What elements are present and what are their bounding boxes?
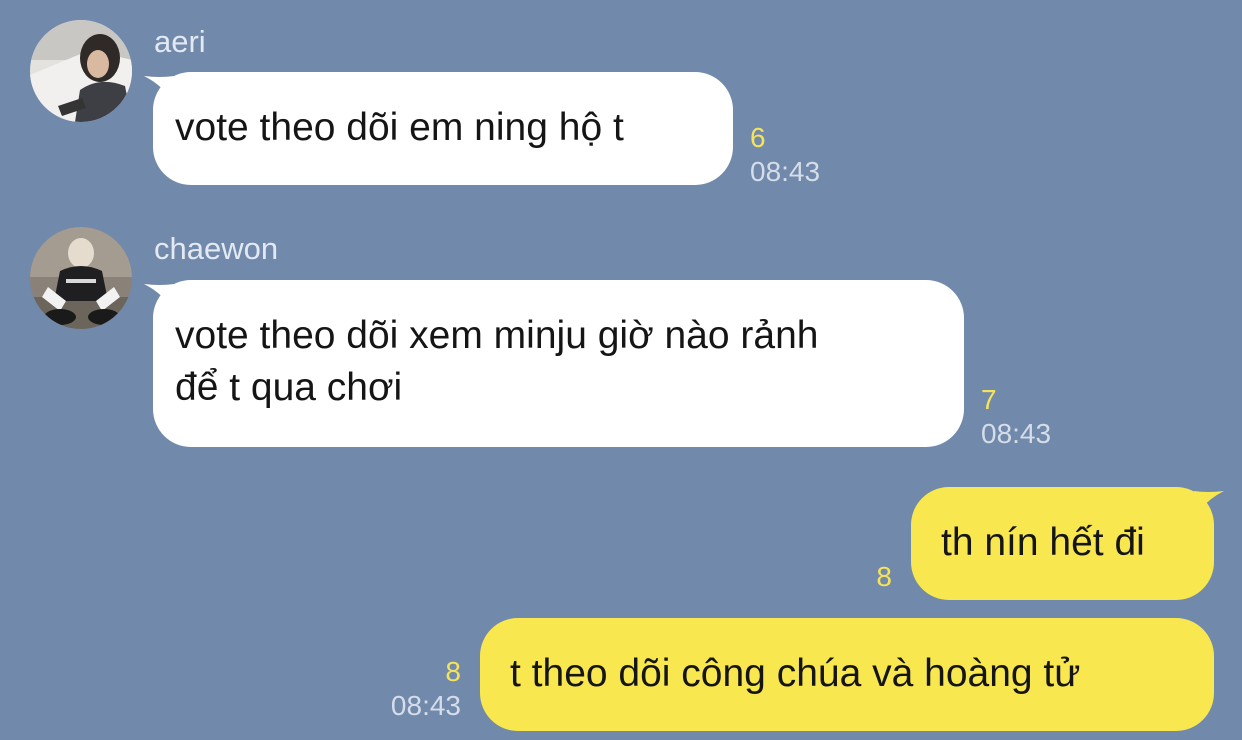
timestamp: 08:43	[390, 690, 461, 721]
message-bubble[interactable]: vote theo dõi em ning hộ t	[153, 72, 733, 185]
message-meta: 8 08:43	[391, 656, 461, 722]
timestamp: 08:43	[981, 418, 1052, 449]
message-text: t theo dõi công chúa và hoàng tử	[510, 652, 1081, 695]
message-text: vote theo dõi em ning hộ t	[175, 106, 624, 149]
message-meta: 6 08:43	[750, 122, 820, 188]
sender-name: chaewon	[154, 231, 279, 266]
message-bubble[interactable]: t theo dõi công chúa và hoàng tử	[480, 618, 1214, 731]
avatar[interactable]	[30, 20, 132, 122]
avatar-chaewon-image	[30, 227, 132, 329]
timestamp: 08:43	[750, 156, 821, 187]
message-text-line-2: để t qua chơi	[175, 366, 403, 409]
unread-count: 8	[445, 656, 461, 687]
message-bubble[interactable]: vote theo dõi xem minju giờ nào rảnh để …	[153, 280, 964, 447]
avatar[interactable]	[30, 227, 132, 329]
sender-name: aeri	[154, 24, 206, 59]
message-meta: 7 08:43	[981, 384, 1051, 450]
unread-count: 6	[750, 122, 766, 153]
message-text: th nín hết đi	[941, 521, 1145, 564]
unread-count: 7	[981, 384, 997, 415]
message-bubble[interactable]: th nín hết đi	[911, 487, 1214, 600]
message-meta: 8	[876, 561, 892, 593]
message-text-line-1: vote theo dõi xem minju giờ nào rảnh	[175, 314, 819, 357]
avatar-aeri-image	[30, 20, 132, 122]
bubble-tail	[1194, 491, 1224, 519]
unread-count: 8	[876, 561, 892, 592]
chat-thread: aeri vote theo dõi em ning hộ t 6 08:43 …	[0, 0, 1242, 740]
